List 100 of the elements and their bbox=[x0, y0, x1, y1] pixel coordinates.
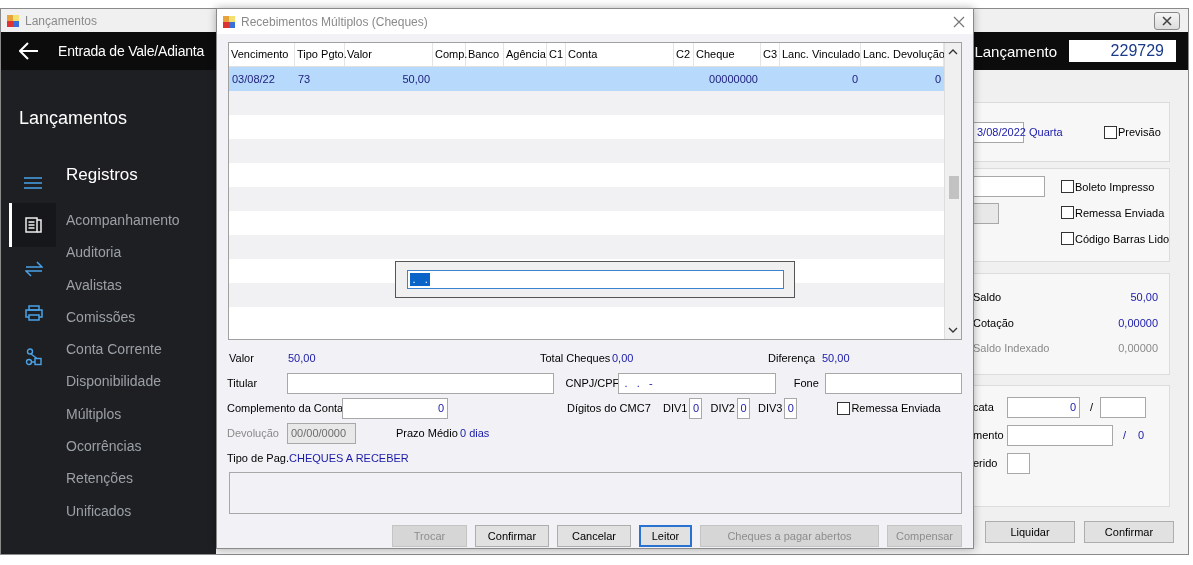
field-label: mento bbox=[973, 429, 1005, 441]
arrows-icon bbox=[25, 261, 43, 277]
scroll-down-icon[interactable] bbox=[948, 327, 958, 333]
checkbox[interactable]: Boleto Impresso bbox=[1061, 180, 1170, 193]
close-button[interactable] bbox=[1154, 11, 1180, 30]
digit-field[interactable]: 0 bbox=[689, 397, 703, 419]
column-header[interactable]: Cheque bbox=[694, 43, 761, 66]
separator-text: / bbox=[1090, 401, 1094, 413]
dialog-title: Recebimentos Múltiplos (Cheques) bbox=[241, 14, 428, 29]
back-arrow-icon[interactable] bbox=[19, 42, 39, 60]
column-header[interactable]: Comp. bbox=[433, 43, 466, 66]
lancamento-field[interactable]: 229729 bbox=[1069, 40, 1176, 62]
field-label: CNPJ/CPF bbox=[565, 377, 618, 389]
input-field[interactable] bbox=[1007, 424, 1113, 446]
sidebar-item[interactable]: Múltiplos bbox=[66, 397, 122, 431]
action-button[interactable]: Cancelar bbox=[557, 525, 631, 547]
document-icon bbox=[25, 217, 43, 233]
grid-row[interactable]: 03/08/22 73 50,00 00000000 0 0 bbox=[229, 67, 944, 91]
input-field[interactable] bbox=[973, 176, 1045, 197]
scrollbar[interactable] bbox=[944, 43, 961, 339]
sidebar-item[interactable]: Unificados bbox=[66, 494, 132, 527]
field-label: DIV1 bbox=[663, 402, 688, 414]
sidebar-item[interactable]: Acompanhamento bbox=[66, 204, 180, 237]
field-label: erido bbox=[973, 457, 999, 469]
sidebar-item[interactable]: Avalistas bbox=[66, 268, 122, 301]
field-label: Titular bbox=[227, 377, 259, 389]
column-header[interactable]: Vencimento bbox=[229, 43, 295, 66]
checkbox[interactable]: Código Barras Lido bbox=[1061, 232, 1170, 245]
column-header[interactable]: Lanc. Vinculado bbox=[780, 43, 861, 66]
field-label: Fone bbox=[793, 377, 820, 389]
action-button[interactable]: Confirmar bbox=[1084, 521, 1174, 543]
input-field[interactable] bbox=[1100, 396, 1147, 418]
section-title: Registros bbox=[66, 164, 139, 186]
titular-field[interactable] bbox=[287, 372, 554, 394]
network-icon bbox=[25, 348, 43, 366]
field-label: Total Cheques bbox=[540, 352, 612, 364]
action-button[interactable]: Liquidar bbox=[985, 521, 1075, 543]
app-icon bbox=[7, 14, 19, 27]
scroll-thumb[interactable] bbox=[949, 176, 959, 199]
notes-field[interactable] bbox=[229, 472, 962, 514]
table-cell: 0 bbox=[851, 73, 858, 85]
reader-field[interactable]: . . bbox=[406, 270, 784, 289]
close-icon bbox=[1162, 15, 1172, 26]
table-cell: 03/08/22 bbox=[232, 73, 275, 85]
page-title: Entrada de Vale/Adianta bbox=[58, 43, 205, 59]
input-field[interactable] bbox=[1007, 452, 1030, 474]
column-header[interactable]: Valor bbox=[345, 43, 433, 66]
window-title: Lançamentos bbox=[25, 13, 98, 28]
remessa-checkbox[interactable]: Remessa Enviada bbox=[837, 401, 941, 415]
digit-field[interactable]: 0 bbox=[784, 397, 798, 419]
column-header[interactable]: Conta bbox=[566, 43, 674, 66]
sidebar-item[interactable]: Auditoria bbox=[66, 236, 122, 269]
sidebar-item[interactable]: Conta Corrente bbox=[66, 333, 162, 366]
column-header[interactable]: Agência bbox=[504, 43, 547, 66]
sidebar-item[interactable]: Ocorrências bbox=[66, 430, 142, 463]
value-text: 50,00 bbox=[288, 352, 317, 364]
close-icon[interactable] bbox=[953, 15, 965, 28]
duplicata-field[interactable]: 0 bbox=[1007, 396, 1080, 418]
field-label: cata bbox=[973, 401, 995, 413]
field-label: Dígitos do CMC7 bbox=[567, 402, 652, 414]
sidebar-item[interactable]: Retenções bbox=[66, 462, 133, 495]
date-field[interactable]: 3/08/2022 bbox=[973, 121, 1024, 143]
field-label: Prazo Médio bbox=[396, 427, 459, 439]
lancamento-label: Lançamento bbox=[974, 42, 1057, 60]
value-text: 50,00 bbox=[822, 352, 850, 364]
complemento-field[interactable]: 0 bbox=[342, 397, 448, 419]
nav-button[interactable] bbox=[9, 203, 56, 247]
column-header[interactable]: C1 bbox=[547, 43, 566, 66]
column-header[interactable]: C3 bbox=[761, 43, 780, 66]
menu-icon[interactable] bbox=[23, 177, 42, 189]
digit-field[interactable]: 0 bbox=[736, 397, 750, 419]
table-cell: 00000000 bbox=[709, 73, 758, 85]
separator-text: / bbox=[1123, 429, 1127, 441]
cnpj-field[interactable]: . . - bbox=[617, 372, 776, 394]
field-label: Diferença bbox=[768, 352, 817, 364]
checkbox[interactable]: Remessa Enviada bbox=[1061, 206, 1170, 219]
sidebar-item[interactable]: Disponibilidade bbox=[66, 365, 161, 398]
column-header[interactable]: Banco bbox=[466, 43, 504, 66]
field-label: DIV3 bbox=[757, 402, 783, 414]
value-text: 0 dias bbox=[460, 427, 490, 439]
field-label: Tipo de Pag. bbox=[227, 452, 289, 464]
previsao-checkbox[interactable]: Previsão bbox=[1104, 125, 1161, 139]
balance-label: Saldo Indexado bbox=[973, 342, 1050, 354]
balance-value: 50,00 bbox=[1130, 291, 1158, 303]
action-button[interactable]: Leitor bbox=[639, 525, 692, 547]
balance-value: 0,00000 bbox=[1118, 342, 1158, 354]
balance-label: Saldo bbox=[973, 291, 1002, 303]
scroll-up-icon[interactable] bbox=[948, 49, 958, 55]
weekday-text: Quarta bbox=[1029, 126, 1064, 138]
value-text: CHEQUES A RECEBER bbox=[289, 452, 409, 464]
field-label: Complemento da Conta bbox=[227, 402, 342, 414]
column-header[interactable]: C2 bbox=[674, 43, 694, 66]
phone-field[interactable] bbox=[824, 372, 962, 394]
action-button[interactable]: Confirmar bbox=[475, 525, 549, 547]
field-label: Valor bbox=[229, 352, 255, 364]
table-cell: 50,00 bbox=[402, 73, 430, 85]
printer-icon bbox=[25, 305, 43, 321]
balance-value: 0,00000 bbox=[1118, 316, 1158, 329]
field-label: DIV2 bbox=[710, 402, 735, 414]
sidebar-item[interactable]: Comissões bbox=[66, 300, 136, 334]
